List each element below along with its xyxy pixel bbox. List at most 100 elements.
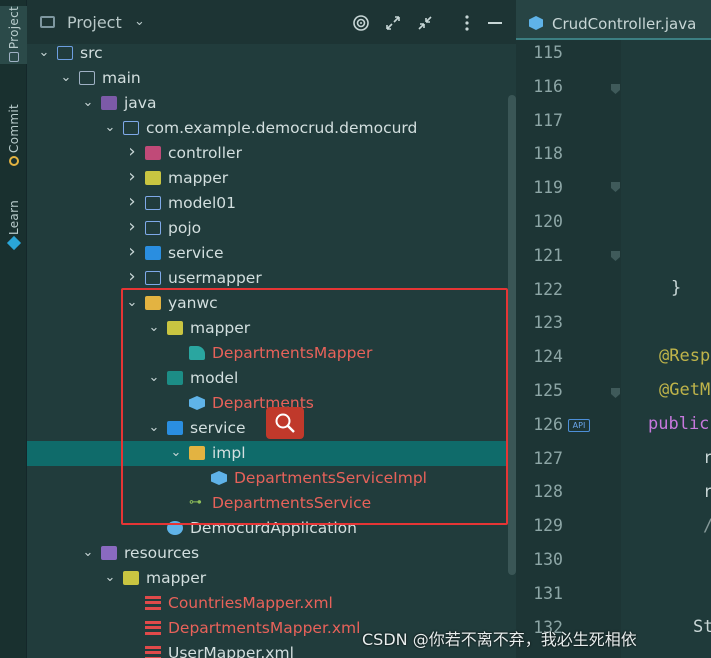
locate-file-icon[interactable] [351, 13, 371, 33]
tree-vertical-scrollbar[interactable] [508, 95, 516, 575]
chevron-right-icon[interactable]: › [125, 241, 139, 262]
editor-tab-label: CrudController.java [552, 15, 697, 33]
tree-item-label: mapper [146, 569, 207, 587]
tree-item-label: model [190, 369, 239, 387]
tree-row-service[interactable]: › service [27, 241, 516, 266]
line-number: 130 [533, 550, 563, 569]
chevron-down-icon[interactable]: ⌄ [125, 295, 139, 310]
tree-item-label: service [190, 419, 246, 437]
chevron-down-icon[interactable]: ⌄ [103, 120, 117, 135]
chevron-down-icon[interactable]: ⌄ [103, 570, 117, 585]
tool-window-strip: Project Commit Learn [0, 0, 27, 658]
tree-row-countriesmapper-xml[interactable]: CountriesMapper.xml [27, 591, 516, 616]
tree-item-label: DemocurdApplication [190, 519, 357, 537]
line-number: 131 [533, 583, 563, 603]
chevron-down-icon[interactable]: ⌄ [134, 14, 145, 29]
chevron-down-icon[interactable]: ⌄ [37, 45, 51, 60]
chevron-right-icon[interactable]: › [125, 191, 139, 212]
options-menu-icon[interactable] [457, 13, 477, 33]
tree-row-departmentsmapper[interactable]: DepartmentsMapper [27, 341, 516, 366]
chevron-down-icon[interactable]: ⌄ [59, 70, 73, 85]
line-number: 116 [533, 76, 563, 96]
xml-icon [145, 621, 161, 635]
tree-row-controller[interactable]: › controller [27, 141, 516, 166]
tree-item-label: service [168, 244, 224, 262]
project-tool-tab[interactable]: Project [0, 6, 27, 64]
editor-pane: CrudController.java 115 116 117 118 119 120 12… [516, 0, 711, 658]
editor-tab[interactable]: CrudController.java [516, 0, 711, 40]
tree-item-label: model01 [168, 194, 236, 212]
tree-row-usermapper[interactable]: › usermapper [27, 266, 516, 291]
code-keyword-public: public [648, 414, 710, 434]
code-annotation-resp: @Resp [659, 346, 711, 366]
chevron-down-icon[interactable]: ⌄ [169, 445, 183, 460]
tree-row-main[interactable]: ⌄ main [27, 66, 516, 91]
chevron-right-icon[interactable]: › [125, 166, 139, 187]
yellow-folder-icon [145, 296, 161, 310]
code-area[interactable]: } @Resp @GetM public r r / St [621, 40, 711, 658]
package-icon [145, 221, 161, 235]
project-panel-header: Project ⌄ [27, 0, 516, 44]
chevron-down-icon[interactable]: ⌄ [147, 420, 161, 435]
package-icon [145, 271, 161, 285]
tree-row-model[interactable]: ⌄ model [27, 366, 516, 391]
tree-item-label: impl [212, 444, 246, 462]
line-number: 123 [533, 313, 563, 333]
line-number: 129 [533, 516, 563, 536]
tree-row-model01[interactable]: › model01 [27, 191, 516, 216]
api-gutter-icon[interactable]: API [568, 419, 590, 432]
chevron-right-icon[interactable]: › [125, 216, 139, 237]
code-line-129: / [703, 516, 711, 536]
collapse-all-icon[interactable] [415, 13, 435, 33]
line-number: 121 [533, 245, 563, 265]
tree-row-mapper[interactable]: ⌄ mapper [27, 566, 516, 591]
chevron-right-icon[interactable]: › [125, 141, 139, 162]
chevron-down-icon[interactable]: ⌄ [81, 95, 95, 110]
line-number: 119 [533, 178, 563, 198]
code-line-128: r [703, 482, 711, 502]
tree-row-departmentsserviceimpl[interactable]: DepartmentsServiceImpl [27, 466, 516, 491]
mybatis-mapper-icon [189, 346, 205, 360]
chevron-down-icon[interactable]: ⌄ [147, 370, 161, 385]
tree-item-label: com.example.democrud.democurd [146, 119, 418, 137]
interface-icon: ⊶ [189, 495, 202, 510]
line-number: 125 [533, 381, 563, 400]
tree-row-resources[interactable]: ⌄ resources [27, 541, 516, 566]
hide-panel-icon[interactable] [485, 13, 505, 33]
tree-item-label: CountriesMapper.xml [168, 594, 333, 612]
tree-row-pojo[interactable]: › pojo [27, 216, 516, 241]
class-icon [189, 396, 205, 410]
tree-item-label: java [124, 94, 157, 112]
learn-icon [6, 235, 21, 251]
tree-row-mapper[interactable]: ⌄ mapper [27, 316, 516, 341]
tree-row-java[interactable]: ⌄ java [27, 91, 516, 116]
search-icon[interactable] [266, 407, 304, 439]
tree-item-label: DepartmentsMapper [212, 344, 373, 362]
xml-icon [145, 596, 161, 610]
expand-all-icon[interactable] [383, 13, 403, 33]
project-view-selector[interactable]: Project [67, 13, 122, 32]
java-class-icon [529, 16, 543, 30]
chevron-right-icon[interactable]: › [125, 266, 139, 287]
chevron-down-icon[interactable]: ⌄ [147, 320, 161, 335]
line-number: 128 [533, 482, 563, 502]
tree-item-label: UserMapper.xml [168, 644, 294, 658]
tree-item-label: usermapper [168, 269, 262, 287]
line-number: 124 [533, 347, 563, 367]
code-brace: } [671, 278, 682, 298]
tree-item-label: DepartmentsServiceImpl [234, 469, 427, 487]
learn-tool-tab[interactable]: Learn [0, 200, 27, 258]
xml-icon [145, 646, 161, 658]
tree-row-com-example-democrud-democurd[interactable]: ⌄ com.example.democrud.democurd [27, 116, 516, 141]
tree-row-impl[interactable]: ⌄ impl [27, 441, 516, 466]
chevron-down-icon[interactable]: ⌄ [81, 545, 95, 560]
tree-row-departmentsservice[interactable]: ⊶ DepartmentsService [27, 491, 516, 516]
tree-row-yanwc[interactable]: ⌄ yanwc [27, 291, 516, 316]
tree-row-democurdapplication[interactable]: DemocurdApplication [27, 516, 516, 541]
tree-row-src[interactable]: ⌄ src [27, 41, 516, 66]
tree-row-mapper[interactable]: › mapper [27, 166, 516, 191]
commit-tool-tab[interactable]: Commit [0, 104, 27, 178]
commit-tool-label: Commit [6, 104, 21, 153]
service-package-icon [145, 246, 161, 260]
tree-item-label: mapper [168, 169, 229, 187]
